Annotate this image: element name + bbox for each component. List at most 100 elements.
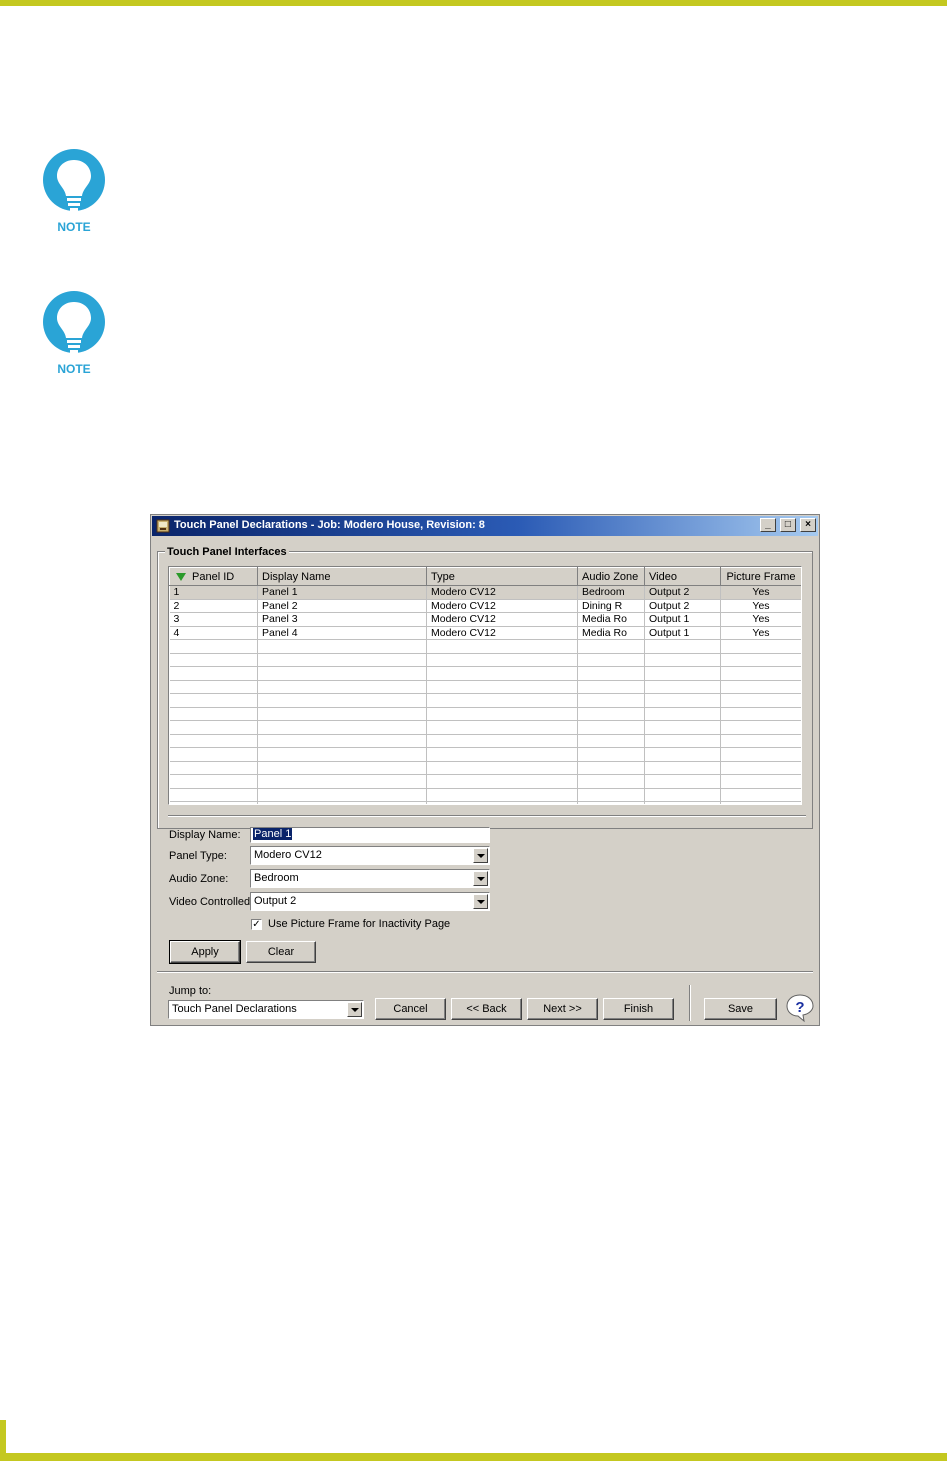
divider	[689, 985, 691, 1021]
empty-cell	[720, 666, 801, 681]
window-title: Touch Panel Declarations - Job: Modero H…	[174, 519, 485, 531]
display-name-value: Panel 1	[253, 828, 293, 840]
empty-cell	[257, 761, 427, 775]
top-rule	[0, 0, 947, 6]
help-icon[interactable]: ?	[785, 993, 815, 1023]
save-button[interactable]: Save	[704, 998, 777, 1020]
cell-type: Modero CV12	[426, 599, 578, 613]
empty-cell	[169, 680, 258, 694]
note-label: NOTE	[57, 362, 91, 376]
empty-table-row	[169, 734, 801, 748]
column-header-audio-zone[interactable]: Audio Zone	[577, 567, 645, 586]
empty-cell	[426, 747, 578, 762]
empty-cell	[577, 774, 645, 789]
empty-cell	[577, 761, 645, 775]
empty-cell	[257, 653, 427, 667]
empty-cell	[169, 774, 258, 789]
panel-type-select[interactable]: Modero CV12	[250, 846, 490, 865]
divider	[168, 815, 806, 817]
empty-cell	[644, 707, 721, 721]
minimize-button[interactable]: _	[759, 518, 776, 532]
empty-cell	[720, 788, 801, 802]
empty-cell	[644, 801, 721, 804]
empty-cell	[426, 693, 578, 708]
cell-type: Modero CV12	[426, 612, 578, 627]
cell-display-name: Panel 2	[257, 599, 427, 613]
panel-type-label: Panel Type:	[169, 850, 227, 862]
cell-panel-id: 2	[169, 599, 258, 613]
cell-video: Output 2	[644, 599, 721, 613]
empty-cell	[257, 801, 427, 804]
display-name-input[interactable]: Panel 1	[250, 827, 490, 843]
empty-cell	[577, 693, 645, 708]
table-row[interactable]: 3 Panel 3 Modero CV12 Media Ro Output 1 …	[169, 612, 801, 627]
audio-zone-value: Bedroom	[254, 872, 299, 884]
empty-cell	[720, 720, 801, 735]
close-button[interactable]: ×	[800, 518, 816, 532]
chevron-down-icon[interactable]	[347, 1002, 362, 1017]
empty-cell	[169, 761, 258, 775]
cell-audio-zone: Dining R	[577, 599, 645, 613]
cell-video: Output 1	[644, 626, 721, 640]
empty-cell	[426, 680, 578, 694]
empty-cell	[169, 747, 258, 762]
empty-cell	[577, 639, 645, 654]
empty-cell	[644, 734, 721, 748]
empty-cell	[577, 680, 645, 694]
column-header-panel-id[interactable]: Panel ID	[169, 567, 258, 586]
back-button[interactable]: << Back	[451, 998, 522, 1020]
grid-header-row: Panel ID Display Name Type Audio Zone Vi…	[169, 567, 801, 586]
empty-cell	[426, 666, 578, 681]
video-controlled-label: Video Controlled:	[169, 896, 254, 908]
chevron-down-icon[interactable]	[473, 848, 488, 863]
column-header-video[interactable]: Video	[644, 567, 721, 586]
empty-cell	[257, 747, 427, 762]
empty-cell	[257, 693, 427, 708]
cell-audio-zone: Bedroom	[577, 585, 645, 600]
picture-frame-checkbox[interactable]: ✓	[251, 919, 262, 930]
empty-cell	[426, 720, 578, 735]
finish-button[interactable]: Finish	[603, 998, 674, 1020]
table-row[interactable]: 4 Panel 4 Modero CV12 Media Ro Output 1 …	[169, 626, 801, 640]
cell-picture-frame: Yes	[720, 612, 801, 627]
table-row[interactable]: 2 Panel 2 Modero CV12 Dining R Output 2 …	[169, 599, 801, 613]
note-callout-2: NOTE	[36, 290, 112, 380]
touch-panel-declarations-window: Touch Panel Declarations - Job: Modero H…	[150, 514, 820, 1026]
cancel-button[interactable]: Cancel	[375, 998, 446, 1020]
panel-grid[interactable]: Panel ID Display Name Type Audio Zone Vi…	[168, 566, 802, 805]
empty-cell	[644, 693, 721, 708]
clear-button[interactable]: Clear	[246, 941, 316, 963]
empty-cell	[257, 720, 427, 735]
picture-frame-checkbox-label[interactable]: Use Picture Frame for Inactivity Page	[268, 918, 450, 930]
empty-cell	[577, 801, 645, 804]
empty-cell	[577, 734, 645, 748]
empty-table-row	[169, 801, 801, 804]
column-header-type[interactable]: Type	[426, 567, 578, 586]
empty-cell	[257, 774, 427, 789]
empty-cell	[577, 653, 645, 667]
table-row[interactable]: 1 Panel 1 Modero CV12 Bedroom Output 2 Y…	[169, 585, 801, 600]
cell-type: Modero CV12	[426, 626, 578, 640]
empty-table-row	[169, 720, 801, 735]
empty-cell	[720, 801, 801, 804]
cell-display-name: Panel 4	[257, 626, 427, 640]
cell-panel-id: 3	[169, 612, 258, 627]
empty-cell	[720, 761, 801, 775]
empty-cell	[169, 788, 258, 802]
cell-picture-frame: Yes	[720, 599, 801, 613]
empty-cell	[577, 788, 645, 802]
chevron-down-icon[interactable]	[473, 871, 488, 886]
chevron-down-icon[interactable]	[473, 894, 488, 909]
apply-button[interactable]: Apply	[169, 940, 241, 964]
jump-to-select[interactable]: Touch Panel Declarations	[168, 1000, 364, 1019]
next-button[interactable]: Next >>	[527, 998, 598, 1020]
empty-cell	[426, 774, 578, 789]
video-controlled-select[interactable]: Output 2	[250, 892, 490, 911]
maximize-button[interactable]: □	[779, 518, 796, 532]
audio-zone-select[interactable]: Bedroom	[250, 869, 490, 888]
empty-table-row	[169, 747, 801, 762]
column-header-display-name[interactable]: Display Name	[257, 567, 427, 586]
column-header-picture-frame[interactable]: Picture Frame	[720, 567, 801, 586]
title-bar[interactable]: Touch Panel Declarations - Job: Modero H…	[152, 516, 818, 536]
empty-cell	[169, 720, 258, 735]
